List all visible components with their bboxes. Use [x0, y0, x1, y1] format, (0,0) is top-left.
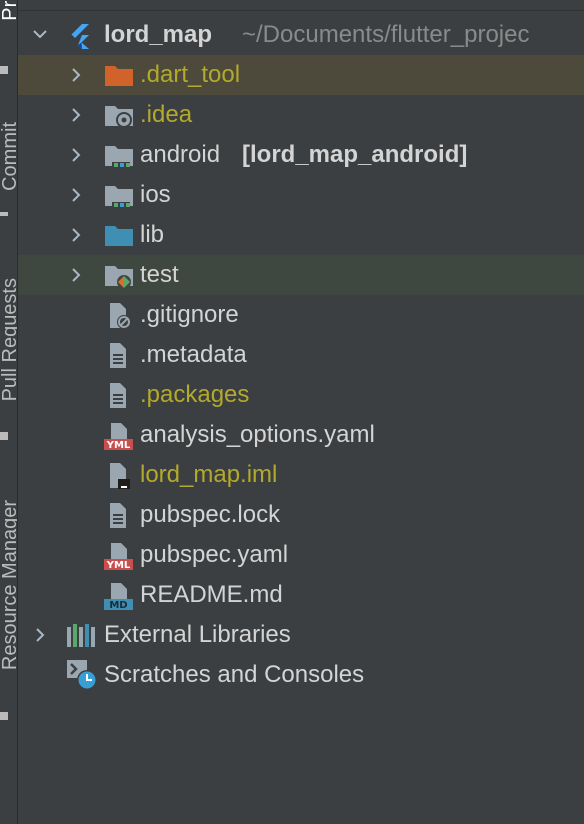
item-label: analysis_options.yaml [140, 421, 375, 448]
item-label: .metadata [140, 341, 247, 368]
chevron-down-icon[interactable] [30, 15, 50, 55]
folder-source-icon [104, 222, 134, 248]
chevron-right-icon[interactable] [66, 95, 86, 135]
file-text-icon [106, 382, 134, 408]
chevron-right-icon[interactable] [66, 255, 86, 295]
file-markdown-icon: MD [104, 582, 134, 611]
tree-item-pubspec-lock[interactable]: pubspec.lock [18, 495, 584, 535]
chevron-right-icon[interactable] [66, 135, 86, 175]
tree-item-iml[interactable]: lord_map.iml [18, 455, 584, 495]
folder-module-icon [104, 142, 134, 168]
tree-item-packages[interactable]: .packages [18, 375, 584, 415]
item-label: ios [140, 181, 171, 208]
tree-item-idea[interactable]: .idea [18, 95, 584, 135]
side-tab-pull-requests[interactable]: Pull Requests [0, 278, 17, 401]
folder-settings-icon [104, 102, 134, 128]
tree-item-scratches[interactable]: Scratches and Consoles [18, 655, 584, 695]
chevron-right-icon[interactable] [66, 175, 86, 215]
item-label: .gitignore [140, 301, 239, 328]
tree-root-row[interactable]: lord_map ~/Documents/flutter_projec [18, 15, 584, 55]
folder-excluded-icon [104, 62, 134, 88]
chevron-right-icon[interactable] [66, 215, 86, 255]
tree-item-test[interactable]: test [18, 255, 584, 295]
item-label: .packages [140, 381, 250, 408]
side-tab-marker [0, 212, 8, 216]
item-label: lib [140, 221, 165, 248]
tree-item-pubspec-yaml[interactable]: YML pubspec.yaml [18, 535, 584, 575]
item-label: pubspec.yaml [140, 541, 289, 568]
item-label: .idea [140, 101, 193, 128]
tree-item-readme[interactable]: MD README.md [18, 575, 584, 615]
tree-item-external-libraries[interactable]: External Libraries [18, 615, 584, 655]
item-label: android [140, 141, 221, 168]
file-text-icon [106, 342, 134, 368]
file-text-icon [106, 502, 134, 528]
tree-item-android[interactable]: android [lord_map_android] [18, 135, 584, 175]
tree-item-gitignore[interactable]: .gitignore [18, 295, 584, 335]
item-label: README.md [140, 581, 283, 608]
tree-item-analysis-options[interactable]: YML analysis_options.yaml [18, 415, 584, 455]
tree-item-ios[interactable]: ios [18, 175, 584, 215]
tree-item-dart-tool[interactable]: .dart_tool [18, 55, 584, 95]
tree-item-metadata[interactable]: .metadata [18, 335, 584, 375]
item-label: lord_map.iml [140, 461, 278, 488]
scratches-icon [66, 659, 98, 691]
yaml-badge: YML [106, 560, 131, 570]
md-badge: MD [109, 600, 127, 610]
root-path: ~/Documents/flutter_projec [242, 21, 530, 48]
yaml-badge: YML [106, 440, 131, 450]
module-name: [lord_map_android] [242, 141, 468, 168]
file-yaml-icon: YML [104, 422, 134, 451]
side-tool-strip: Proje Commit Pull Requests Resource Mana… [0, 0, 18, 824]
flutter-icon [68, 22, 94, 49]
tree-item-lib[interactable]: lib [18, 215, 584, 255]
item-label: External Libraries [104, 621, 291, 648]
file-ignore-icon [106, 302, 134, 329]
chevron-right-icon[interactable] [66, 55, 86, 95]
item-label: pubspec.lock [140, 501, 281, 528]
side-tab-project[interactable]: Proje [0, 0, 17, 21]
item-label: test [140, 261, 179, 288]
side-tab-resource-manager[interactable]: Resource Manager [0, 500, 17, 670]
side-tab-marker [0, 432, 8, 440]
file-iml-icon [106, 462, 134, 489]
chevron-right-icon[interactable] [30, 615, 50, 655]
side-tab-commit[interactable]: Commit [0, 122, 17, 191]
folder-module-icon [104, 182, 134, 208]
libraries-icon [66, 622, 96, 648]
side-tab-marker [0, 712, 8, 720]
panel-header-edge [18, 0, 584, 11]
folder-test-icon [104, 262, 134, 289]
file-yaml-icon: YML [104, 542, 134, 571]
root-name: lord_map [104, 21, 213, 48]
item-label: .dart_tool [140, 61, 241, 88]
side-tab-marker [0, 66, 8, 74]
project-tree[interactable]: lord_map ~/Documents/flutter_projec .dar… [18, 15, 584, 695]
item-label: Scratches and Consoles [104, 661, 365, 688]
